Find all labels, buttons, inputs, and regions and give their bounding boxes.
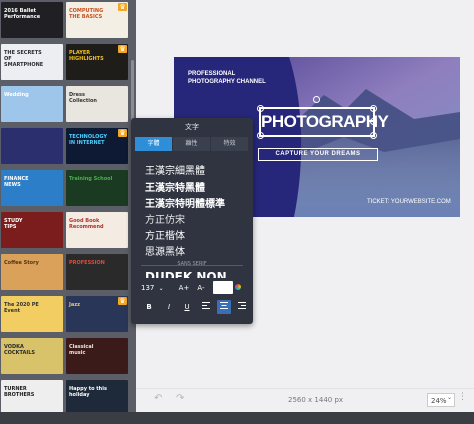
template-thumbnail[interactable] — [1, 128, 63, 164]
resize-handle-bottom-right[interactable] — [370, 132, 377, 139]
font-item[interactable]: 王漢宗特明體標準 — [145, 195, 225, 210]
template-thumbnail[interactable]: PROFESSION — [66, 254, 128, 290]
thumbnail-title: Classical music — [69, 344, 94, 356]
thumbnail-title: VODKA COCKTAILS — [4, 344, 36, 356]
title-selection-box[interactable]: PHOTOGRAPHY — [259, 107, 389, 137]
redo-icon[interactable]: ↷ — [176, 393, 184, 404]
bottom-bar: ↶ ↷ 2560 x 1440 px 24% ⌄ ⋮ — [136, 388, 474, 413]
resize-handle-top-right[interactable] — [370, 105, 377, 112]
bold-button[interactable]: B — [143, 300, 155, 314]
template-thumbnail[interactable]: Coffee Story — [1, 254, 63, 290]
thumbnail-title: TURNER BROTHERS — [4, 386, 35, 398]
premium-crown-icon: ♛ — [118, 129, 127, 137]
thumbnail-title: STUDY TIPS — [4, 218, 23, 230]
tab-properties[interactable]: 離性 — [173, 137, 210, 151]
thumbnail-title: THE SECRETS OF SMARTPHONE — [4, 50, 44, 68]
chevron-down-icon: ⌄ — [446, 394, 452, 401]
thumbnail-title: Dress Collection — [69, 92, 97, 104]
font-size-decrease-button[interactable]: A- — [194, 281, 208, 295]
canvas-tagline[interactable]: CAPTURE YOUR DREAMS — [258, 148, 378, 161]
thumbnail-title: TECHNOLOGY IN INTERNET — [69, 134, 107, 146]
thumbnail-title: COMPUTING THE BASICS — [69, 8, 104, 20]
size-toolbar: 137 ⌄ A+ A- — [135, 280, 249, 296]
font-section-label: SANS SERIF — [177, 261, 207, 267]
premium-crown-icon: ♛ — [118, 297, 127, 305]
resize-handle-bottom-left[interactable] — [257, 132, 264, 139]
template-thumbnail[interactable]: Classical music — [66, 338, 128, 374]
template-thumbnail[interactable]: The 2020 PE Event — [1, 296, 63, 332]
resize-handle-top-left[interactable] — [257, 105, 264, 112]
thumbnail-title: 2016 Ballet Performance — [4, 8, 41, 20]
font-size-select[interactable]: 137 ⌄ — [141, 281, 169, 295]
font-item[interactable]: 王漢宗特黑體 — [145, 179, 205, 194]
template-thumbnail[interactable]: PLAYER HIGHLIGHTS ♛ — [66, 44, 128, 80]
template-thumbnail[interactable]: Happy to this holiday — [66, 380, 128, 416]
canvas-ticket[interactable]: TICKET: YOURWEBSITE.COM — [367, 199, 451, 205]
thumbnail-title: Happy to this holiday — [69, 386, 107, 398]
template-thumbnail[interactable]: Training School — [66, 170, 128, 206]
font-item[interactable]: DUDEK NON — [145, 270, 227, 278]
style-toolbar: B I U — [135, 299, 249, 315]
template-thumbnail[interactable]: 2016 Ballet Performance — [1, 2, 63, 38]
thumbnail-title: Training School — [69, 176, 113, 182]
font-item[interactable]: 方正楷体 — [145, 227, 185, 242]
align-right-icon[interactable] — [235, 300, 249, 314]
rotate-handle[interactable] — [313, 96, 320, 103]
font-size-increase-button[interactable]: A+ — [177, 281, 191, 295]
text-color-swatch[interactable] — [213, 281, 233, 294]
font-list: 王漢宗細黑體 王漢宗特黑體 王漢宗特明體標準 方正仿宋 方正楷体 思源黑体 SA… — [135, 158, 249, 356]
align-center-icon[interactable] — [217, 300, 231, 314]
premium-crown-icon: ♛ — [118, 3, 127, 11]
thumbnail-title: PLAYER HIGHLIGHTS — [69, 50, 104, 62]
thumbnail-title: Jazz — [69, 302, 81, 308]
template-thumbnail[interactable]: Wedding — [1, 86, 63, 122]
panel-header: 文字 — [185, 123, 199, 131]
chevron-down-icon: ⌄ — [158, 285, 164, 292]
text-panel: 文字 字體 離性 特效 王漢宗細黑體 王漢宗特黑體 王漢宗特明體標準 方正仿宋 … — [131, 118, 253, 324]
thumbnail-title: The 2020 PE Event — [4, 302, 39, 314]
color-picker-icon[interactable] — [235, 284, 241, 290]
canvas-title[interactable]: PHOTOGRAPHY — [261, 112, 389, 132]
align-left-icon[interactable] — [199, 300, 213, 314]
thumbnail-title: Wedding — [4, 92, 29, 98]
canvas-dimensions: 2560 x 1440 px — [288, 396, 344, 404]
template-thumbnail[interactable]: FINANCE NEWS — [1, 170, 63, 206]
zoom-value: 24% — [431, 397, 447, 405]
template-thumbnail[interactable]: TECHNOLOGY IN INTERNET ♛ — [66, 128, 128, 164]
italic-button[interactable]: I — [163, 300, 175, 314]
thumbnail-title: FINANCE NEWS — [4, 176, 29, 188]
status-strip — [0, 412, 474, 424]
template-thumbnail[interactable]: Jazz ♛ — [66, 296, 128, 332]
template-thumbnail[interactable]: THE SECRETS OF SMARTPHONE — [1, 44, 63, 80]
template-thumbnail[interactable]: Good Book Recommend — [66, 212, 128, 248]
font-item[interactable]: 思源黑体 — [145, 243, 185, 258]
zoom-select[interactable]: 24% ⌄ — [427, 393, 455, 407]
font-item[interactable]: 方正仿宋 — [145, 211, 185, 226]
panel-tabs: 字體 離性 特效 — [135, 137, 249, 151]
font-item[interactable]: 王漢宗細黑體 — [145, 162, 205, 177]
underline-button[interactable]: U — [181, 300, 193, 314]
canvas-subtitle[interactable]: PROFESSIONAL PHOTOGRAPHY CHANNEL — [188, 70, 266, 86]
template-thumbnail[interactable]: VODKA COCKTAILS — [1, 338, 63, 374]
thumbnail-title: PROFESSION — [69, 260, 105, 266]
resize-handle-right[interactable] — [370, 118, 377, 125]
template-thumbnail[interactable]: COMPUTING THE BASICS ♛ — [66, 2, 128, 38]
template-thumbnail[interactable]: TURNER BROTHERS — [1, 380, 63, 416]
tab-effects[interactable]: 特效 — [211, 137, 248, 151]
template-gallery: 2016 Ballet Performance THE SECRETS OF SM… — [0, 0, 136, 424]
undo-icon[interactable]: ↶ — [154, 393, 162, 404]
premium-crown-icon: ♛ — [118, 45, 127, 53]
more-icon[interactable]: ⋮ — [458, 392, 467, 402]
tab-font[interactable]: 字體 — [135, 137, 172, 151]
font-size-value: 137 — [141, 284, 155, 292]
template-thumbnail[interactable]: Dress Collection — [66, 86, 128, 122]
thumbnail-title: Coffee Story — [4, 260, 39, 266]
template-thumbnail[interactable]: STUDY TIPS — [1, 212, 63, 248]
thumbnail-title: Good Book Recommend — [69, 218, 104, 230]
